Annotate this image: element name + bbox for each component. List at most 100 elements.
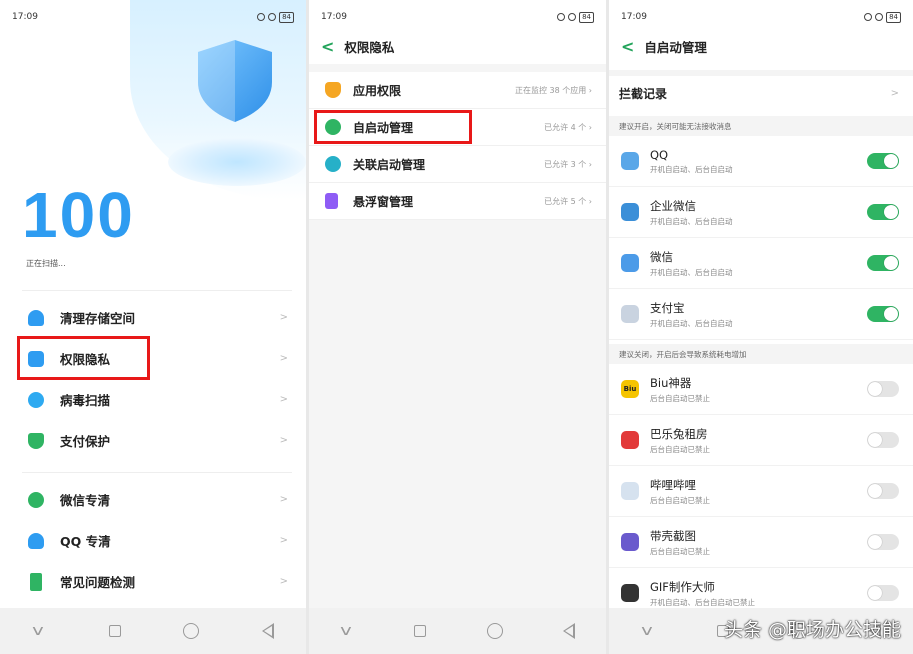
floating-window-icon bbox=[325, 193, 338, 209]
wechat-icon bbox=[28, 491, 44, 508]
menu-item-label: 常见问题检测 bbox=[60, 575, 136, 590]
linked-start-icon bbox=[325, 156, 341, 172]
back-arrow-icon[interactable]: < bbox=[621, 37, 634, 56]
list-item-label: 应用权限 bbox=[353, 83, 402, 98]
home-button[interactable] bbox=[179, 619, 203, 643]
square-icon bbox=[414, 625, 427, 637]
back-button[interactable] bbox=[256, 619, 280, 643]
app-text: Biu神器后台自启动已禁止 bbox=[650, 375, 710, 404]
menu-item-virus-scan[interactable]: 病毒扫描 > bbox=[0, 379, 306, 420]
clock-icon bbox=[568, 13, 577, 21]
app-text: 微信 开机自启动、后台自启动 bbox=[650, 249, 733, 278]
recent-apps-button[interactable] bbox=[103, 619, 127, 643]
chevron-right-icon: > bbox=[279, 353, 288, 364]
privacy-list: 应用权限 正在监控 38 个应用 › 自启动管理 已允许 4 个 › 关联启动管… bbox=[309, 72, 606, 220]
app-autostart-status: 开机自启动、后台自启动 bbox=[650, 267, 733, 277]
app-row[interactable]: 微信 开机自启动、后台自启动 bbox=[609, 238, 913, 289]
baletu-icon bbox=[621, 431, 639, 449]
autostart-toggle[interactable] bbox=[867, 585, 899, 601]
phone-manager-screen: 17:09 84 100 正在扫描... 清理存储空间 > 权限隐私 > 病毒扫… bbox=[0, 0, 306, 654]
page-title: 自启动管理 bbox=[644, 39, 707, 55]
permission-shield-icon bbox=[325, 82, 341, 98]
chevron-right-icon: > bbox=[279, 435, 288, 446]
autostart-toggle[interactable] bbox=[867, 153, 899, 169]
autostart-screen: 17:09 84 < 自启动管理 拦截记录 > 建议开启，关闭可能无法接收消息 … bbox=[609, 0, 913, 654]
menu-item-wechat-clean[interactable]: 微信专清 > bbox=[0, 479, 306, 520]
app-row[interactable]: 支付宝 开机自启动、后台自启动 bbox=[609, 289, 913, 340]
security-shield-icon bbox=[198, 40, 272, 122]
autostart-toggle[interactable] bbox=[867, 534, 899, 550]
app-row[interactable]: 企业微信开机自启动、后台自启动 bbox=[609, 187, 913, 238]
app-autostart-status: 开机自启动、后台自启动已禁止 bbox=[650, 597, 755, 607]
menu-item-payment-protect[interactable]: 支付保护 > bbox=[0, 420, 306, 461]
battery-indicator: 84 bbox=[886, 11, 901, 23]
toggle-knob bbox=[884, 154, 898, 168]
triangle-back-icon bbox=[261, 623, 274, 639]
qq-icon bbox=[28, 532, 44, 549]
watermark: 头条 @职场办公技能 bbox=[723, 619, 901, 641]
toggle-knob bbox=[884, 307, 898, 321]
list-item-floating-window[interactable]: 悬浮窗管理 已允许 5 个 › bbox=[309, 183, 606, 220]
autostart-toggle[interactable] bbox=[867, 255, 899, 271]
highlight-box bbox=[17, 336, 150, 380]
divider bbox=[22, 472, 292, 473]
list-item-linked-start[interactable]: 关联启动管理 已允许 3 个 › bbox=[309, 146, 606, 183]
app-row[interactable]: 哔哩哔哩 后台自启动已禁止 bbox=[609, 466, 913, 517]
intercept-records-row[interactable]: 拦截记录 > bbox=[609, 70, 913, 110]
autostart-toggle[interactable] bbox=[867, 483, 899, 499]
status-icons: 84 bbox=[557, 11, 594, 23]
app-autostart-status: 后台自启动已禁止 bbox=[650, 393, 710, 403]
app-name: 企业微信 bbox=[650, 198, 696, 213]
back-button[interactable] bbox=[557, 619, 581, 643]
recent-apps-button[interactable] bbox=[408, 619, 432, 643]
app-name: Biu神器 bbox=[650, 375, 692, 390]
menu-item-clean-storage[interactable]: 清理存储空间 > bbox=[0, 297, 306, 338]
menu-item-qq-clean[interactable]: QQ 专清 > bbox=[0, 520, 306, 561]
home-button[interactable] bbox=[483, 619, 507, 643]
alarm-icon bbox=[864, 13, 873, 21]
autostart-toggle[interactable] bbox=[867, 381, 899, 397]
alarm-icon bbox=[557, 13, 566, 21]
radar-ring bbox=[168, 138, 306, 186]
square-icon bbox=[108, 625, 121, 637]
back-arrow-icon[interactable]: < bbox=[321, 37, 334, 56]
app-autostart-status: 开机自启动、后台自启动 bbox=[650, 164, 733, 174]
navigation-bar: v bbox=[309, 608, 606, 654]
chevron-down-icon[interactable]: v bbox=[630, 619, 664, 643]
screens-container: 17:09 84 100 正在扫描... 清理存储空间 > 权限隐私 > 病毒扫… bbox=[0, 0, 913, 654]
wechat-icon bbox=[621, 254, 639, 272]
chevron-right-icon: > bbox=[890, 87, 899, 99]
screenshot-icon bbox=[621, 533, 639, 551]
app-row[interactable]: 巴乐兔租房 后台自启动已禁止 bbox=[609, 415, 913, 466]
toggle-knob bbox=[868, 535, 882, 549]
app-text: 巴乐兔租房 后台自启动已禁止 bbox=[650, 426, 710, 455]
menu-item-label: 病毒扫描 bbox=[60, 393, 111, 408]
list-item-label: 关联启动管理 bbox=[353, 157, 426, 172]
menu-item-label: 微信专清 bbox=[60, 493, 111, 508]
circle-icon bbox=[183, 623, 200, 639]
app-name: QQ bbox=[650, 147, 669, 162]
alipay-icon bbox=[621, 305, 639, 323]
list-item-label: 悬浮窗管理 bbox=[353, 194, 414, 209]
menu-item-label: 清理存储空间 bbox=[60, 311, 136, 326]
autostart-toggle[interactable] bbox=[867, 306, 899, 322]
biu-icon: Biu bbox=[621, 380, 639, 398]
toggle-knob bbox=[884, 256, 898, 270]
chevron-down-icon[interactable]: v bbox=[329, 619, 363, 643]
menu-item-problem-check[interactable]: 常见问题检测 > bbox=[0, 561, 306, 602]
scan-icon bbox=[28, 391, 44, 408]
status-time: 17:09 bbox=[321, 12, 347, 22]
autostart-toggle[interactable] bbox=[867, 432, 899, 448]
list-item-app-permissions[interactable]: 应用权限 正在监控 38 个应用 › bbox=[309, 72, 606, 109]
triangle-back-icon bbox=[562, 623, 575, 639]
list-item-value: 已允许 4 个 › bbox=[544, 122, 592, 132]
app-row[interactable]: Biu Biu神器后台自启动已禁止 bbox=[609, 364, 913, 415]
status-icons: 84 bbox=[864, 11, 901, 23]
autostart-toggle[interactable] bbox=[867, 204, 899, 220]
chevron-down-icon[interactable]: v bbox=[21, 619, 55, 643]
app-row[interactable]: QQ 开机自启动、后台自启动 bbox=[609, 136, 913, 187]
app-row[interactable]: 带壳截图 后台自启动已禁止 bbox=[609, 517, 913, 568]
app-autostart-status: 开机自启动、后台自启动 bbox=[650, 216, 733, 226]
chevron-right-icon: > bbox=[279, 394, 288, 405]
app-autostart-status: 后台自启动已禁止 bbox=[650, 444, 710, 454]
